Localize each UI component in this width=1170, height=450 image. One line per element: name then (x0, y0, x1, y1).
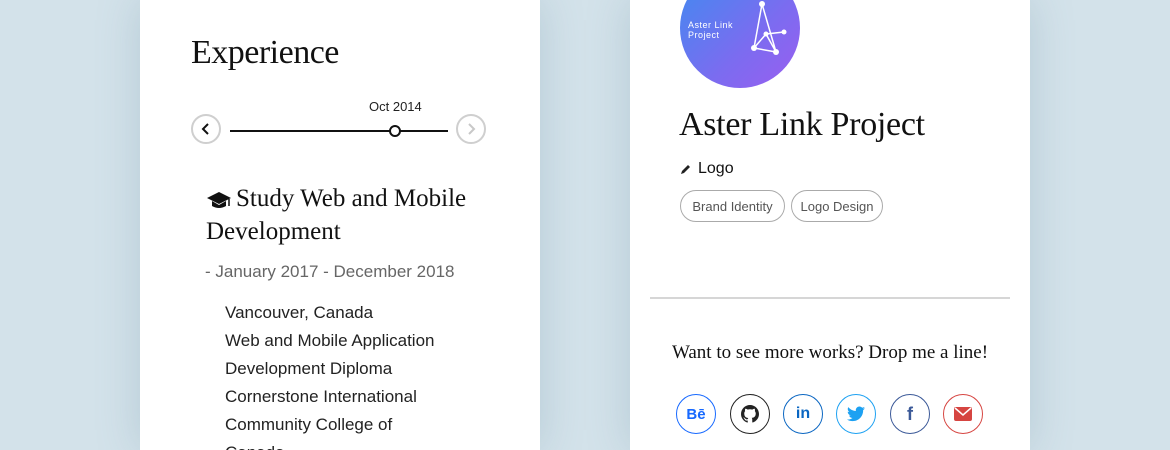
tag-brand-identity[interactable]: Brand Identity (680, 190, 785, 222)
detail-line: Web and Mobile Application (225, 331, 435, 350)
timeline-track (230, 130, 448, 132)
chevron-right-icon (468, 123, 476, 135)
entry-period: - January 2017 - December 2018 (205, 262, 455, 281)
detail-line: Vancouver, Canada (225, 303, 374, 322)
detail-line: Development Diploma (225, 359, 393, 378)
behance-icon: Bē (686, 405, 706, 423)
behance-link[interactable]: Bē (676, 394, 716, 434)
detail-line: Canada (225, 439, 485, 450)
email-link[interactable] (943, 394, 983, 434)
detail-line: Community College of (225, 415, 393, 434)
timeline-marker[interactable] (389, 125, 401, 137)
project-category: Logo (680, 160, 734, 178)
timeline-date-label: Oct 2014 (369, 99, 422, 114)
project-title: Aster Link Project (679, 106, 925, 143)
email-icon (954, 407, 972, 421)
github-icon (741, 405, 759, 423)
timeline-prev-button[interactable] (191, 114, 221, 144)
tag-logo-design[interactable]: Logo Design (791, 190, 883, 222)
category-label: Logo (698, 160, 734, 177)
constellation-icon (751, 1, 787, 55)
facebook-icon: f (907, 403, 913, 424)
project-card: Aster Link Project Aster Link Project Lo… (630, 0, 1030, 450)
twitter-icon (847, 406, 865, 422)
project-logo: Aster Link Project (680, 0, 800, 88)
detail-line: Cornerstone International (225, 387, 417, 406)
entry-title: Study Web and Mobile Development (206, 182, 506, 248)
experience-card: Experience Oct 2014 Study Web and Mobile… (140, 0, 540, 450)
github-link[interactable] (730, 394, 770, 434)
entry-details: Vancouver, Canada Web and Mobile Applica… (225, 299, 485, 450)
chevron-left-icon (201, 123, 209, 135)
contact-cta: Want to see more works? Drop me a line! (671, 342, 989, 363)
linkedin-link[interactable]: in (783, 394, 823, 434)
graduation-cap-icon (207, 192, 231, 209)
timeline-next-button[interactable] (456, 114, 486, 144)
pencil-icon (681, 165, 690, 174)
twitter-link[interactable] (836, 394, 876, 434)
facebook-link[interactable]: f (890, 394, 930, 434)
experience-heading: Experience (191, 34, 339, 71)
linkedin-icon: in (795, 405, 811, 422)
entry-title-text: Study Web and Mobile Development (206, 185, 467, 245)
divider (650, 297, 1010, 299)
